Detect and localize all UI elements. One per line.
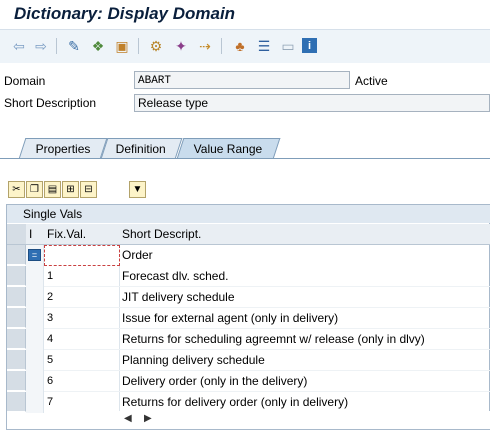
fix-val-cell[interactable]: 2 bbox=[44, 287, 120, 308]
indicator-cell bbox=[26, 308, 44, 329]
other-object-icon[interactable]: ❖ bbox=[89, 37, 107, 55]
indicator-cell: = bbox=[26, 245, 44, 266]
tab-label: Value Range bbox=[193, 142, 263, 156]
short-descript-cell[interactable]: Returns for scheduling agreemnt w/ relea… bbox=[120, 329, 490, 350]
indicator-cell bbox=[26, 392, 44, 413]
application-toolbar: ⇦ ⇨ ✎ ❖ ▣ ⚙ ✦ ⇢ ♣ ☰ ▭ i bbox=[0, 29, 490, 64]
select-all-cell[interactable] bbox=[7, 224, 26, 244]
table-header: I Fix.Val. Short Descript. bbox=[7, 224, 490, 245]
row-selector[interactable] bbox=[7, 350, 26, 370]
header-form: Domain ABART Active Short Description Re… bbox=[0, 63, 490, 133]
domain-label: Domain bbox=[4, 74, 46, 88]
object-list-icon[interactable]: ✦ bbox=[172, 37, 190, 55]
row-selector[interactable] bbox=[7, 392, 26, 412]
paste-icon[interactable]: ▤ bbox=[44, 181, 61, 198]
layout-icon[interactable]: ▭ bbox=[279, 37, 297, 55]
indicator-cell bbox=[26, 266, 44, 287]
scroll-right-icon[interactable]: ▶ bbox=[144, 413, 152, 424]
table-row[interactable]: 1 Forecast dlv. sched. bbox=[7, 266, 490, 287]
display-change-icon[interactable]: ✎ bbox=[65, 37, 83, 55]
indicator-cell bbox=[26, 371, 44, 392]
short-description-field[interactable]: Release type bbox=[134, 94, 490, 112]
column-header-indicator[interactable]: I bbox=[29, 224, 32, 244]
domain-field[interactable]: ABART bbox=[134, 71, 350, 89]
tab-label: Properties bbox=[35, 142, 91, 156]
insert-row-icon[interactable]: ⊞ bbox=[62, 181, 79, 198]
tab-value-range[interactable]: Value Range bbox=[176, 138, 281, 159]
fix-val-cell[interactable]: 3 bbox=[44, 308, 120, 329]
row-selector[interactable] bbox=[7, 266, 26, 286]
short-descript-cell[interactable]: Planning delivery schedule bbox=[120, 350, 490, 371]
title-bar: Dictionary: Display Domain bbox=[0, 0, 490, 28]
column-header-fix-val[interactable]: Fix.Val. bbox=[47, 224, 86, 244]
short-descript-cell[interactable]: JIT delivery schedule bbox=[120, 287, 490, 308]
fix-val-cell[interactable]: 5 bbox=[44, 350, 120, 371]
window-title: Dictionary: Display Domain bbox=[14, 4, 236, 23]
fix-val-cell[interactable]: 4 bbox=[44, 329, 120, 350]
tab-strip: Properties Definition Value Range bbox=[0, 133, 490, 159]
row-selector[interactable] bbox=[7, 308, 26, 328]
filter-icon[interactable]: ▼ bbox=[129, 181, 146, 198]
fix-val-cell[interactable] bbox=[44, 245, 120, 266]
table-row[interactable]: 7 Returns for delivery order (only in de… bbox=[7, 392, 490, 413]
equals-icon[interactable]: = bbox=[28, 249, 41, 261]
table-row[interactable]: 2 JIT delivery schedule bbox=[7, 287, 490, 308]
cut-icon[interactable]: ✂ bbox=[8, 181, 25, 198]
row-selector[interactable] bbox=[7, 329, 26, 349]
table-row[interactable]: 5 Planning delivery schedule bbox=[7, 350, 490, 371]
navigate-icon[interactable]: ⇢ bbox=[196, 37, 214, 55]
info-icon[interactable]: i bbox=[302, 38, 317, 53]
table-toolbar: ✂ ❐ ▤ ⊞ ⊟ ▼ bbox=[8, 181, 146, 201]
horizontal-scrollbar[interactable]: ◀ ▶ bbox=[118, 411, 490, 429]
short-descript-cell[interactable]: Returns for delivery order (only in deli… bbox=[120, 392, 490, 413]
copy-icon[interactable]: ❐ bbox=[26, 181, 43, 198]
row-selector[interactable] bbox=[7, 245, 26, 265]
short-descript-cell[interactable]: Order bbox=[120, 245, 490, 266]
short-descript-cell[interactable]: Delivery order (only in the delivery) bbox=[120, 371, 490, 392]
status-text: Active bbox=[355, 74, 388, 88]
hierarchy-icon[interactable]: ♣ bbox=[231, 37, 249, 55]
toolbar-separator bbox=[221, 38, 222, 54]
table-title: Single Vals bbox=[23, 207, 83, 221]
tab-properties[interactable]: Properties bbox=[18, 138, 108, 159]
table-row[interactable]: 4 Returns for scheduling agreemnt w/ rel… bbox=[7, 329, 490, 350]
forward-arrow-icon[interactable]: ⇨ bbox=[32, 37, 50, 55]
short-descript-cell[interactable]: Issue for external agent (only in delive… bbox=[120, 308, 490, 329]
delete-row-icon[interactable]: ⊟ bbox=[80, 181, 97, 198]
check-icon[interactable]: ☰ bbox=[255, 37, 273, 55]
back-arrow-icon[interactable]: ⇦ bbox=[10, 37, 28, 55]
scroll-left-icon[interactable]: ◀ bbox=[124, 413, 132, 424]
short-descript-cell[interactable]: Forecast dlv. sched. bbox=[120, 266, 490, 287]
fix-val-cell[interactable]: 7 bbox=[44, 392, 120, 413]
where-used-icon[interactable]: ⚙ bbox=[147, 37, 165, 55]
table-row[interactable]: = Order bbox=[7, 245, 490, 266]
tab-label: Definition bbox=[116, 142, 167, 156]
table-row[interactable]: 6 Delivery order (only in the delivery) bbox=[7, 371, 490, 392]
short-description-label: Short Description bbox=[4, 96, 97, 110]
row-selector[interactable] bbox=[7, 371, 26, 391]
fix-val-cell[interactable]: 6 bbox=[44, 371, 120, 392]
table-row[interactable]: 3 Issue for external agent (only in deli… bbox=[7, 308, 490, 329]
table-title-bar: Single Vals bbox=[7, 205, 490, 223]
indicator-cell bbox=[26, 350, 44, 371]
indicator-cell bbox=[26, 287, 44, 308]
row-selector[interactable] bbox=[7, 287, 26, 307]
toolbar-separator bbox=[138, 38, 139, 54]
toolbar-separator bbox=[56, 38, 57, 54]
fix-val-cell[interactable]: 1 bbox=[44, 266, 120, 287]
column-header-short-descript[interactable]: Short Descript. bbox=[122, 224, 201, 244]
indicator-cell bbox=[26, 329, 44, 350]
activate-icon[interactable]: ▣ bbox=[113, 37, 131, 55]
tab-definition[interactable]: Definition bbox=[100, 138, 183, 159]
